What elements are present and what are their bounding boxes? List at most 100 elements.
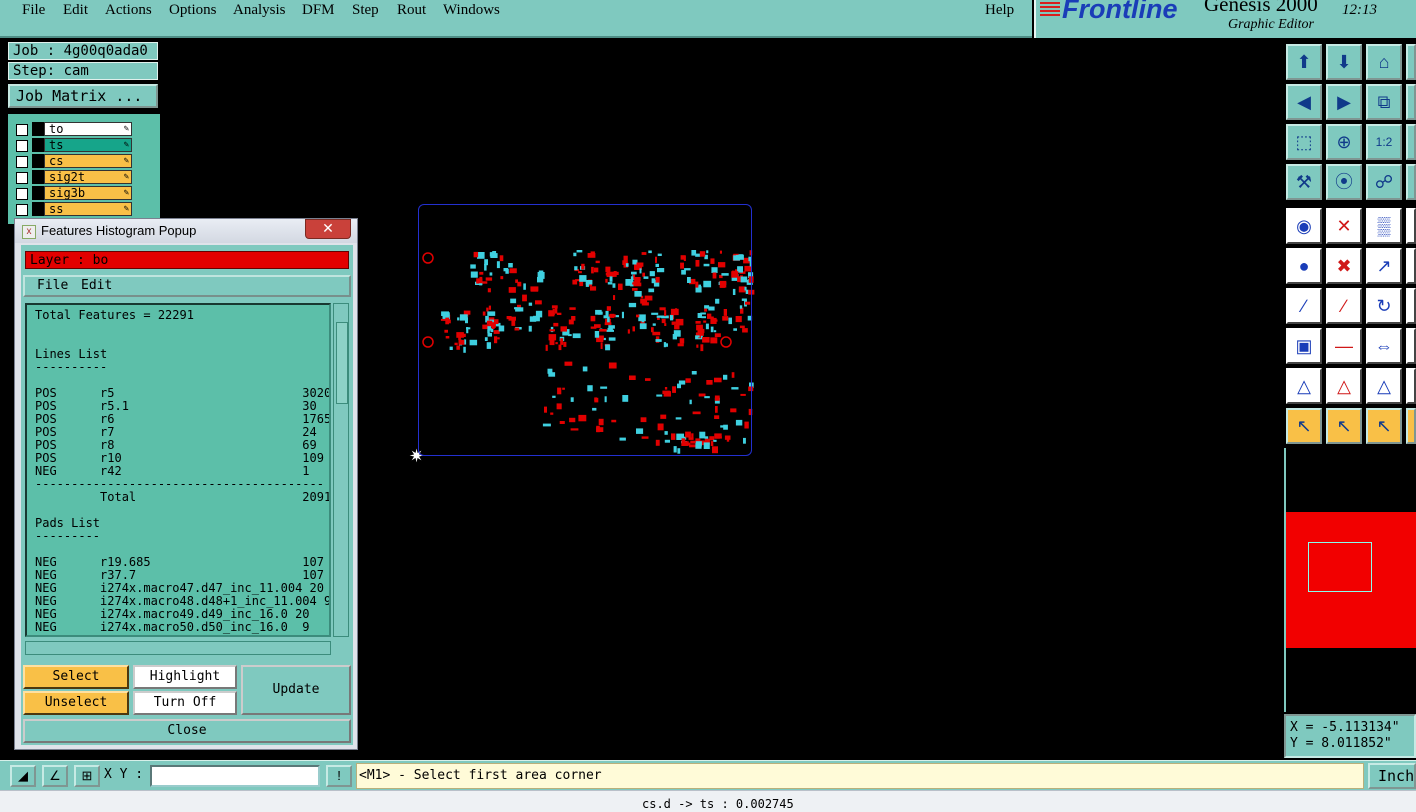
vertical-scrollbar[interactable]	[333, 303, 349, 637]
tool-button[interactable]: ◀	[1286, 84, 1322, 120]
tool-button[interactable]: ✕	[1326, 208, 1362, 244]
tool-button[interactable]: ⚒	[1286, 164, 1322, 200]
tool-button[interactable]: ‖	[1406, 124, 1416, 160]
tool-button[interactable]: ↻	[1406, 288, 1416, 324]
tool-button[interactable]: ▒	[1406, 208, 1416, 244]
menu-file[interactable]: File	[22, 2, 45, 19]
tool-button[interactable]: ↖	[1406, 408, 1416, 444]
close-icon[interactable]: ✕	[305, 219, 351, 239]
menu-bar: File Edit Actions Options Analysis DFM S…	[0, 0, 1032, 38]
tool-button[interactable]: ↖	[1286, 408, 1322, 444]
select-button[interactable]: Select	[23, 665, 129, 689]
triangle-c-icon: △	[1377, 376, 1391, 396]
units-button[interactable]: Inch	[1368, 763, 1416, 789]
pan-right-icon: ▶	[1337, 92, 1351, 112]
tool-button[interactable]: ●	[1286, 248, 1322, 284]
menu-step[interactable]: Step	[352, 2, 379, 19]
product-name: Genesis 2000	[1204, 0, 1318, 16]
tool-button[interactable]: ✖	[1326, 248, 1362, 284]
popup-menu-edit[interactable]: Edit	[81, 277, 112, 295]
popup-menu-file[interactable]: File	[37, 277, 68, 295]
drill-icon: ◉	[1296, 216, 1312, 236]
zoom-box-icon: ⬚	[1295, 132, 1313, 152]
xy-label: X Y :	[104, 767, 144, 782]
tool-button[interactable]: △	[1366, 368, 1402, 404]
tool-button[interactable]: ∕	[1286, 288, 1322, 324]
route-icon: │	[1408, 166, 1416, 198]
close-button[interactable]: Close	[23, 719, 351, 743]
tool-button[interactable]: ⊕	[1326, 124, 1362, 160]
tool-button[interactable]: ☍	[1366, 164, 1402, 200]
tool-button[interactable]: ▣	[1286, 328, 1322, 364]
histogram-line: Total Features = 22291	[35, 308, 194, 322]
tool-button[interactable]: ↻	[1366, 288, 1402, 324]
tool-button[interactable]: △	[1326, 368, 1362, 404]
histogram-line: NEG i274x.macro50.d50_inc_16.0 9	[35, 620, 310, 634]
tool-button[interactable]: ⇔	[1366, 328, 1402, 364]
turn-off-button[interactable]: Turn Off	[133, 691, 237, 715]
cursor-coordinates: X = -5.113134" Y = 8.011852"	[1284, 714, 1416, 758]
pointer-circle-icon: ↖	[1376, 416, 1392, 436]
unselect-button[interactable]: Unselect	[23, 691, 129, 715]
menu-rout[interactable]: Rout	[397, 2, 426, 19]
tool-button[interactable]: ▶	[1326, 84, 1362, 120]
slant-red-icon: ∕	[1302, 296, 1306, 316]
tool-button[interactable]: ⧉	[1366, 84, 1402, 120]
tool-button[interactable]: △	[1406, 368, 1416, 404]
tool-button[interactable]: ↗	[1366, 248, 1402, 284]
tool-button[interactable]: ▲	[1406, 44, 1416, 80]
scroll-thumb[interactable]	[336, 322, 348, 404]
tool-button[interactable]: —	[1326, 328, 1362, 364]
pad-icon: ⦿	[1335, 172, 1353, 192]
histogram-text-area[interactable]: Total Features = 22291 Lines List --------…	[25, 303, 331, 637]
line-icon: —	[1335, 336, 1353, 356]
diagonal-icon[interactable]: ◢	[10, 765, 36, 787]
popup-body: Layer : bo File Edit Total Features = 22…	[21, 245, 353, 745]
overview-map[interactable]	[1284, 448, 1416, 712]
tool-palette: ⬆ ⬇ ⌂ ▲ ◀ ▶ ⧉ ▷ ⬚ ⊕ 1:2 ‖ ⚒ ⦿ ☍ │ ◉ ✕ ▒ ▒ ● ✖ ↗ ↗ ∕ ∕ ↻ ↻ ▣ — ⇔ ⇔ △ △ △ △ ↖ ↖…	[1284, 42, 1416, 446]
tool-button[interactable]: ⬇	[1326, 44, 1362, 80]
polygon-icon: ●	[1298, 256, 1310, 276]
tool-button[interactable]: ↖	[1326, 408, 1362, 444]
horizontal-scrollbar[interactable]	[25, 641, 331, 655]
coord-y: Y = 8.011852"	[1290, 736, 1392, 751]
brand-logo: Frontline	[1062, 0, 1178, 24]
grid-icon[interactable]: ⊞	[74, 765, 100, 787]
measure-right-icon: ⇔	[1408, 330, 1416, 362]
tool-button[interactable]: │	[1406, 164, 1416, 200]
tool-button[interactable]: 1:2	[1366, 124, 1402, 160]
tool-button[interactable]: ↖	[1366, 408, 1402, 444]
zoom-center-icon: ⊕	[1336, 132, 1352, 152]
features-histogram-popup: x Features Histogram Popup ✕ Layer : bo …	[14, 218, 358, 750]
tool-button[interactable]: ∕	[1326, 288, 1362, 324]
cut-icon: ✕	[1336, 216, 1352, 236]
tool-button[interactable]: △	[1286, 368, 1322, 404]
tool-button[interactable]: ↗	[1406, 248, 1416, 284]
tool-button[interactable]: ⬚	[1286, 124, 1322, 160]
menu-options[interactable]: Options	[169, 2, 217, 19]
tool-button[interactable]: ⇔	[1406, 328, 1416, 364]
menu-windows[interactable]: Windows	[443, 2, 500, 19]
tool-button[interactable]: ◉	[1286, 208, 1322, 244]
menu-dfm[interactable]: DFM	[302, 2, 335, 19]
update-button[interactable]: Update	[241, 665, 351, 715]
xy-input[interactable]	[150, 765, 320, 787]
menu-actions[interactable]: Actions	[105, 2, 152, 19]
triangle-b-icon: △	[1337, 376, 1351, 396]
menu-analysis[interactable]: Analysis	[233, 2, 286, 19]
menu-help[interactable]: Help	[985, 2, 1014, 19]
angle-icon[interactable]: ∠	[42, 765, 68, 787]
tool-button[interactable]: ⌂	[1366, 44, 1402, 80]
tool-button[interactable]: ▒	[1366, 208, 1402, 244]
histogram-line: Total 20910	[35, 490, 331, 504]
tool-button[interactable]: ⬆	[1286, 44, 1322, 80]
overview-viewport[interactable]	[1308, 542, 1372, 592]
pointer-icon: ↖	[1296, 416, 1312, 436]
highlight-button[interactable]: Highlight	[133, 665, 237, 689]
menu-edit[interactable]: Edit	[63, 2, 88, 19]
layer-name-bar: Layer : bo	[25, 251, 349, 269]
exclamation-icon[interactable]: !	[326, 765, 352, 787]
tool-button[interactable]: ▷	[1406, 84, 1416, 120]
tool-button[interactable]: ⦿	[1326, 164, 1362, 200]
histogram-line: ----------	[35, 360, 108, 374]
